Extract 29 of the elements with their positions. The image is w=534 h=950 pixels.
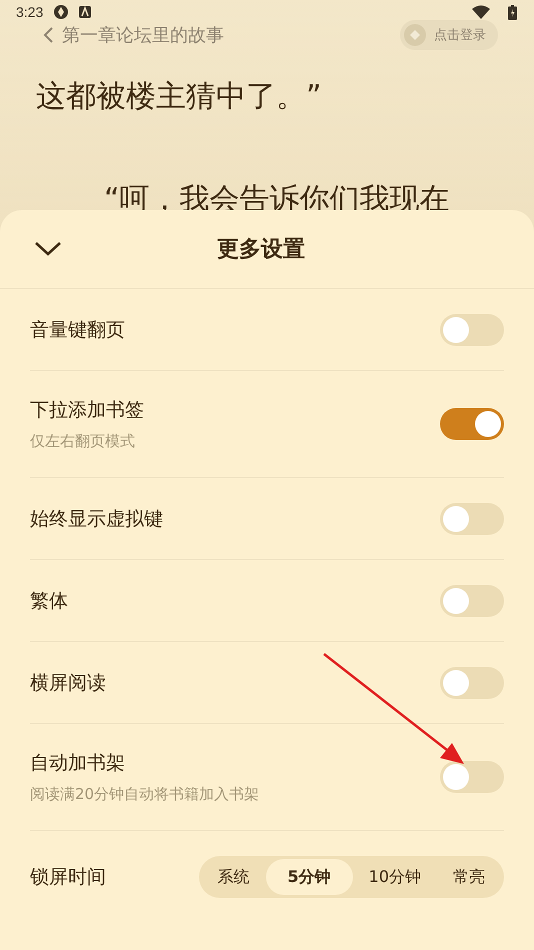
toggle-switch[interactable]	[440, 666, 504, 698]
chapter-title: 第一章论坛里的故事	[62, 24, 224, 47]
setting-label: 自动加书架	[30, 751, 126, 776]
back-icon[interactable]	[42, 26, 54, 44]
notification-icon	[79, 6, 92, 18]
collapse-icon[interactable]	[34, 241, 62, 257]
toggle-switch[interactable]	[440, 584, 504, 616]
setting-label: 繁体	[30, 588, 69, 614]
setting-label: 横屏阅读	[30, 670, 107, 696]
book-text: 这都被楼主猜中了。”	[35, 78, 323, 116]
wifi-icon	[472, 5, 490, 19]
sheet-title: 更多设置	[217, 236, 305, 264]
setting-hint: 阅读满20分钟自动将书籍加入书架	[30, 785, 260, 804]
toggle-switch[interactable]	[440, 761, 504, 793]
setting-label: 下拉添加书签	[30, 398, 145, 423]
setting-label: 音量键翻页	[30, 318, 126, 342]
aperture-icon	[53, 4, 70, 20]
toggle-switch[interactable]	[440, 408, 504, 440]
segment-option[interactable]: 10分钟	[352, 859, 437, 895]
segment-option[interactable]: 系统	[202, 859, 266, 895]
toggle-switch[interactable]	[440, 314, 504, 346]
setting-label: 锁屏时间	[30, 865, 107, 890]
setting-label: 始终显示虚拟键	[30, 506, 164, 532]
segment-option[interactable]: 5分钟	[266, 859, 353, 895]
segment-option[interactable]: 常亮	[437, 859, 501, 895]
toggle-switch[interactable]	[440, 502, 504, 534]
status-time: 3:23	[16, 4, 44, 20]
setting-hint: 仅左右翻页模式	[30, 432, 136, 451]
battery-icon	[508, 4, 517, 20]
